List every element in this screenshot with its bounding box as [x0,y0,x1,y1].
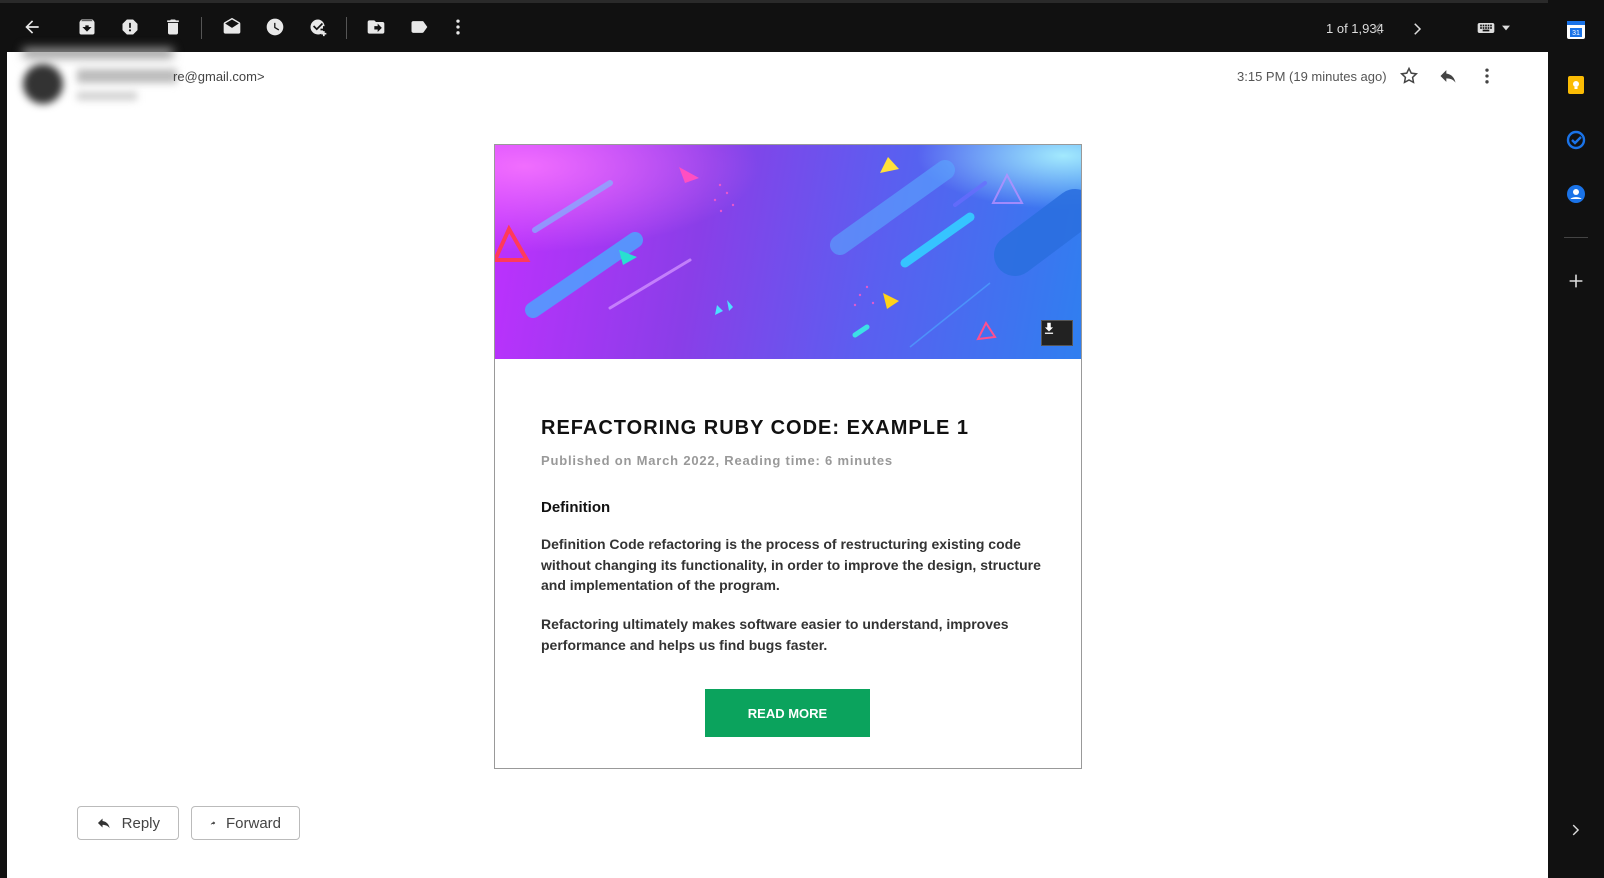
mark-unread-icon[interactable] [220,15,244,39]
redacted-subject [23,48,173,58]
reply-icon[interactable] [1436,64,1460,88]
keyboard-icon [1477,23,1495,33]
svg-text:31: 31 [1572,30,1580,37]
banner-image [495,145,1081,359]
keep-icon[interactable] [1566,75,1586,95]
toolbar-divider [201,17,202,39]
expand-panel-chevron-icon[interactable] [1566,820,1586,840]
article-title: REFACTORING RUBY CODE: EXAMPLE 1 [541,417,969,439]
download-icon[interactable] [1041,320,1073,346]
message-view: re@gmail.com> 3:15 PM (19 minutes ago) R… [7,48,1548,878]
sender-email: re@gmail.com> [173,69,265,84]
contacts-icon[interactable] [1566,184,1586,204]
redacted-sender-name [77,69,177,83]
add-task-icon[interactable] [306,15,330,39]
left-edge [0,52,7,878]
reply-button[interactable]: Reply [77,806,179,840]
redacted-recipient [77,92,137,100]
newer-chevron-icon[interactable] [1366,17,1390,41]
toolbar-divider [346,17,347,39]
caret-down-icon [1502,25,1510,31]
message-timestamp: 3:15 PM (19 minutes ago) [1237,69,1387,84]
email-toolbar: 1 of 1,934 [0,0,1548,52]
archive-icon[interactable] [75,15,99,39]
label-icon[interactable] [407,15,431,39]
paragraph-benefits: Refactoring ultimately makes software ea… [541,616,1009,653]
rail-divider [1564,237,1588,238]
move-to-icon[interactable] [364,15,388,39]
read-more-button[interactable]: READ MORE [705,689,870,737]
older-chevron-icon[interactable] [1405,17,1429,41]
forward-button[interactable]: Forward [191,806,300,840]
reply-label: Reply [121,814,160,832]
email-card: REFACTORING RUBY CODE: EXAMPLE 1 Publish… [494,144,1082,769]
back-arrow-icon[interactable] [20,15,44,39]
add-addon-icon[interactable] [1566,271,1586,291]
definition-heading: Definition [541,499,611,516]
forward-icon [210,821,216,825]
tasks-icon[interactable] [1566,130,1586,150]
more-vert-icon[interactable] [446,15,470,39]
star-icon[interactable] [1397,64,1421,88]
calendar-icon[interactable]: 31 [1566,20,1586,40]
article-meta: Published on March 2022, Reading time: 6… [541,453,893,468]
report-spam-icon[interactable] [118,15,142,39]
forward-label: Forward [225,814,281,832]
more-vert-icon[interactable] [1475,64,1499,88]
side-panel-rail: 31 [1548,0,1604,878]
reply-icon [97,818,110,829]
avatar[interactable] [23,64,63,104]
input-tools-button[interactable] [1476,18,1510,38]
snooze-icon[interactable] [263,15,287,39]
delete-icon[interactable] [161,15,185,39]
paragraph-definition: Definition Code refactoring is the proce… [541,536,1041,593]
